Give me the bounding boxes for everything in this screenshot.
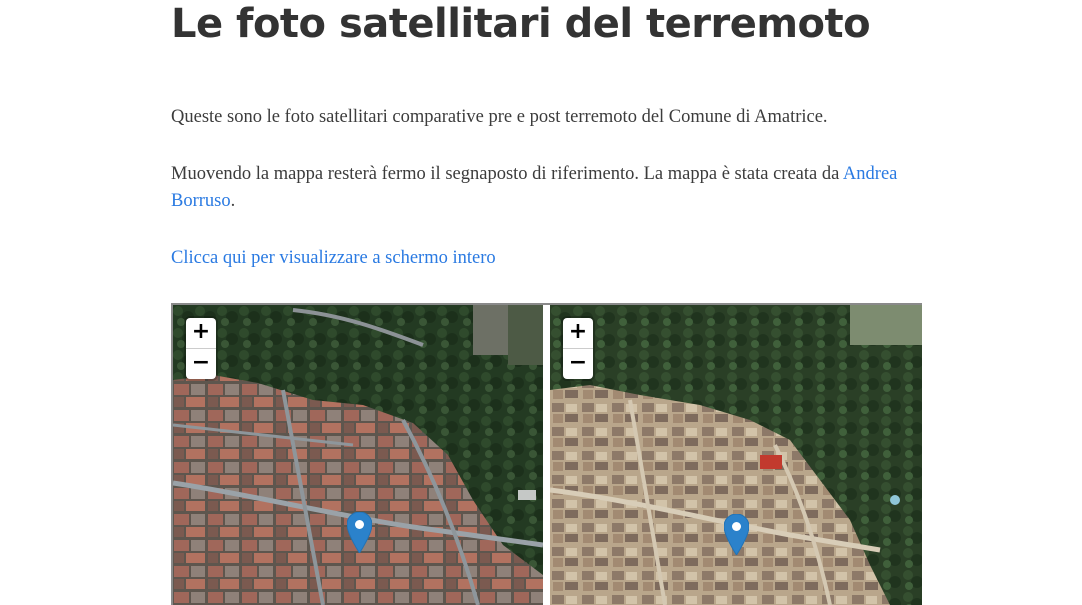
satellite-image-post[interactable] bbox=[550, 305, 922, 605]
fullscreen-paragraph: Clicca qui per visualizzare a schermo in… bbox=[171, 245, 921, 272]
zoom-out-button[interactable]: − bbox=[186, 349, 216, 379]
zoom-in-button[interactable]: + bbox=[563, 318, 593, 349]
zoom-control: + − bbox=[186, 318, 216, 379]
satellite-image-pre[interactable] bbox=[173, 305, 543, 605]
zoom-in-button[interactable]: + bbox=[186, 318, 216, 349]
comparison-map[interactable]: + − + − bbox=[171, 303, 922, 605]
zoom-out-button[interactable]: − bbox=[563, 349, 593, 379]
fullscreen-link[interactable]: Clicca qui per visualizzare a schermo in… bbox=[171, 248, 496, 268]
intro-paragraph: Queste sono le foto satellitari comparat… bbox=[171, 107, 828, 127]
description-paragraph: Muovendo la mappa resterà fermo il segna… bbox=[171, 161, 921, 215]
map-post-earthquake[interactable]: + − bbox=[550, 305, 922, 605]
zoom-control: + − bbox=[563, 318, 593, 379]
map-pre-earthquake[interactable]: + − bbox=[173, 305, 543, 605]
description-text: Muovendo la mappa resterà fermo il segna… bbox=[171, 164, 843, 184]
map-marker-icon[interactable] bbox=[347, 512, 372, 553]
description-end: . bbox=[230, 191, 236, 211]
map-marker-icon[interactable] bbox=[724, 514, 749, 555]
page-title: Le foto satellitari del terremoto bbox=[171, 1, 871, 47]
